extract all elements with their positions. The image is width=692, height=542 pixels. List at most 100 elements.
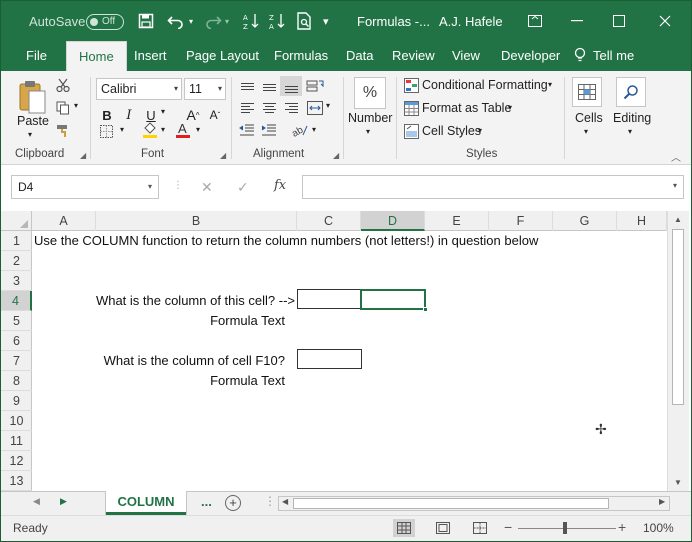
increase-indent-icon[interactable] — [258, 120, 280, 140]
add-sheet-icon[interactable]: + — [225, 495, 241, 511]
column-header-d[interactable]: D — [361, 211, 425, 231]
cells-button[interactable]: Cells — [575, 111, 603, 125]
row-header-11[interactable]: 11 — [1, 431, 32, 451]
editing-dropdown-icon[interactable]: ▾ — [628, 127, 632, 136]
zoom-level[interactable]: 100% — [643, 521, 674, 535]
borders-dropdown-icon[interactable]: ▾ — [120, 125, 124, 134]
editing-search-icon[interactable] — [616, 77, 646, 107]
decrease-font-icon[interactable]: Aˇ — [204, 105, 226, 125]
user-name[interactable]: A.J. Hafele — [439, 1, 503, 41]
name-box-dropdown-icon[interactable]: ▾ — [148, 176, 152, 198]
row-header-3[interactable]: 3 — [1, 271, 32, 291]
zoom-slider[interactable] — [518, 528, 616, 529]
row-header-7[interactable]: 7 — [1, 351, 32, 371]
redo-icon[interactable] — [204, 1, 222, 41]
tab-insert[interactable]: Insert — [134, 41, 167, 71]
tab-developer[interactable]: Developer — [501, 41, 560, 71]
number-dropdown-icon[interactable]: ▾ — [366, 127, 370, 136]
column-header-g[interactable]: G — [553, 211, 617, 231]
redo-dropdown-icon[interactable]: ▾ — [225, 1, 229, 41]
minimize-icon[interactable] — [557, 1, 597, 41]
row-header-5[interactable]: 5 — [1, 311, 32, 331]
scroll-left-icon[interactable]: ◀ — [282, 497, 288, 506]
underline-dropdown-icon[interactable]: ▾ — [161, 107, 165, 116]
cell-b8[interactable]: Formula Text — [32, 371, 285, 391]
fill-color-dropdown-icon[interactable]: ▾ — [161, 125, 165, 134]
formula-input[interactable]: ▾ — [302, 175, 684, 199]
number-button[interactable]: Number — [348, 111, 392, 125]
row-header-1[interactable]: 1 — [1, 231, 32, 251]
tab-view[interactable]: View — [452, 41, 480, 71]
page-break-view-icon[interactable] — [469, 519, 491, 537]
paste-icon[interactable] — [15, 77, 49, 117]
horizontal-scroll-thumb[interactable] — [293, 498, 609, 509]
horizontal-scrollbar[interactable]: ◀ ▶ — [278, 496, 670, 511]
previous-sheet-icon[interactable]: ◀ — [33, 496, 40, 507]
column-header-c[interactable]: C — [297, 211, 361, 231]
fill-color-icon[interactable] — [141, 121, 159, 139]
font-size-combo[interactable]: 11 ▾ — [184, 78, 226, 100]
format-as-table-dropdown-icon[interactable]: ▾ — [508, 103, 512, 112]
paste-button[interactable]: Paste — [17, 114, 49, 128]
row-header-4[interactable]: 4 — [1, 291, 32, 311]
scroll-right-icon[interactable]: ▶ — [659, 497, 665, 506]
font-launcher-icon[interactable]: ◢ — [220, 151, 226, 160]
column-header-h[interactable]: H — [617, 211, 667, 231]
cells-icon[interactable] — [572, 77, 602, 107]
font-name-dropdown-icon[interactable]: ▾ — [174, 79, 178, 99]
align-center-icon[interactable] — [258, 98, 280, 118]
tab-formulas[interactable]: Formulas — [274, 41, 328, 71]
collapse-ribbon-icon[interactable]: ︿ — [671, 149, 681, 164]
column-header-a[interactable]: A — [32, 211, 96, 231]
active-cell-d4[interactable] — [360, 289, 428, 312]
worksheet-grid[interactable]: Use the COLUMN function to return the co… — [32, 231, 667, 491]
copy-icon[interactable] — [55, 100, 71, 116]
align-middle-icon[interactable] — [258, 76, 280, 96]
sheet-tab-column[interactable]: COLUMN — [106, 491, 186, 515]
insert-function-icon[interactable]: fx — [274, 178, 286, 193]
page-layout-view-icon[interactable] — [432, 519, 454, 537]
maximize-icon[interactable] — [599, 1, 639, 41]
row-header-12[interactable]: 12 — [1, 451, 32, 471]
column-header-b[interactable]: B — [96, 211, 297, 231]
tab-data[interactable]: Data — [346, 41, 373, 71]
row-header-6[interactable]: 6 — [1, 331, 32, 351]
save-icon[interactable] — [138, 1, 154, 41]
cut-icon[interactable] — [55, 77, 71, 93]
row-header-2[interactable]: 2 — [1, 251, 32, 271]
scroll-up-icon[interactable]: ▲ — [674, 215, 682, 224]
row-header-9[interactable]: 9 — [1, 391, 32, 411]
cell-styles-button[interactable]: Cell Styles — [422, 124, 481, 138]
cancel-entry-icon[interactable]: ✕ — [201, 179, 213, 196]
tab-split-handle-icon[interactable]: ⋮ — [264, 494, 276, 508]
autosave-toggle[interactable]: Off — [86, 14, 124, 30]
tab-page-layout[interactable]: Page Layout — [186, 41, 259, 71]
cell-styles-dropdown-icon[interactable]: ▾ — [478, 126, 482, 135]
column-header-f[interactable]: F — [489, 211, 553, 231]
cell-c7-box[interactable] — [297, 349, 362, 369]
format-painter-icon[interactable] — [55, 123, 71, 139]
fill-handle[interactable] — [423, 307, 428, 312]
row-header-10[interactable]: 10 — [1, 411, 32, 431]
align-top-icon[interactable] — [236, 76, 258, 96]
cells-dropdown-icon[interactable]: ▾ — [584, 127, 588, 136]
undo-dropdown-icon[interactable]: ▾ — [189, 1, 193, 41]
editing-button[interactable]: Editing — [613, 111, 651, 125]
copy-dropdown-icon[interactable]: ▾ — [74, 101, 78, 110]
merge-center-icon[interactable] — [305, 98, 325, 118]
vertical-scrollbar[interactable]: ▲ ▼ — [667, 211, 689, 491]
vertical-scroll-thumb[interactable] — [672, 229, 684, 405]
alignment-launcher-icon[interactable]: ◢ — [333, 151, 339, 160]
zoom-in-icon[interactable]: + — [618, 519, 626, 535]
zoom-out-icon[interactable]: − — [504, 519, 512, 535]
name-box[interactable]: D4 ▾ — [11, 175, 159, 199]
row-header-13[interactable]: 13 — [1, 471, 32, 491]
bold-icon[interactable]: B — [96, 105, 118, 125]
font-color-icon[interactable]: A — [174, 121, 192, 139]
text-angle-dropdown-icon[interactable]: ▾ — [312, 125, 316, 134]
tab-review[interactable]: Review — [392, 41, 435, 71]
expand-formula-bar-icon[interactable]: ▾ — [673, 181, 677, 190]
confirm-entry-icon[interactable]: ✓ — [237, 179, 249, 196]
formula-bar-handle-icon[interactable]: ⋮ — [173, 180, 183, 191]
print-preview-icon[interactable] — [296, 1, 312, 41]
